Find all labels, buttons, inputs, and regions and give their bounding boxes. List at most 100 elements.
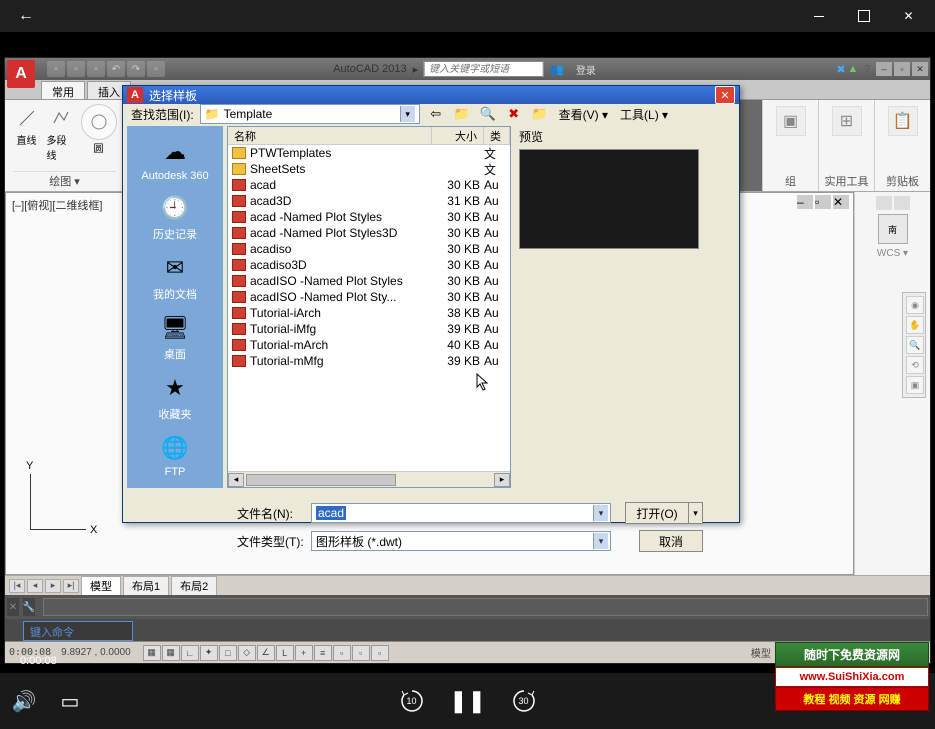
wcs-dropdown[interactable]: WCS ▾ (877, 248, 908, 259)
dialog-close-button[interactable]: ✕ (715, 86, 735, 104)
file-row[interactable]: PTWTemplates文 (228, 145, 510, 161)
qp-toggle[interactable]: ▫ (352, 645, 370, 661)
cancel-button[interactable]: 取消 (639, 530, 703, 552)
file-row[interactable]: acadISO -Named Plot Styles30 KBAu (228, 273, 510, 289)
minimize-button[interactable] (796, 0, 841, 32)
nav-pan-icon[interactable]: ✋ (906, 316, 924, 334)
volume-icon[interactable]: 🔊 (10, 689, 38, 714)
doc-max-icon[interactable]: ▫ (815, 195, 831, 209)
exchange-icon[interactable]: ✖ (836, 63, 845, 76)
scrollbar-thumb[interactable] (246, 474, 396, 486)
polar-toggle[interactable]: ✦ (200, 645, 218, 661)
close-button[interactable] (886, 0, 931, 32)
lookin-combo[interactable]: 📁Template ▾ (200, 104, 420, 124)
tab-next-icon[interactable]: ▸ (45, 579, 61, 593)
places-item-0[interactable]: ☁Autodesk 360 (133, 132, 217, 186)
model-space-button[interactable]: 模型 (751, 645, 771, 660)
new-folder-icon[interactable]: 📁 (530, 104, 550, 124)
viewport-label[interactable]: [–][俯视][二维线框] (12, 197, 102, 213)
cube-settings-icon[interactable] (894, 196, 910, 210)
filename-dropdown-icon[interactable]: ▾ (593, 505, 608, 521)
back-nav-icon[interactable]: ⇦ (426, 104, 446, 124)
undo-icon[interactable]: ↶ (107, 61, 125, 77)
grid-toggle[interactable]: ▦ (162, 645, 180, 661)
places-item-4[interactable]: ★收藏夹 (133, 368, 217, 426)
utilities-panel[interactable]: ⊞ 实用工具 (818, 100, 874, 191)
help-icon[interactable]: ? (864, 64, 870, 75)
back-button[interactable]: ← (4, 1, 48, 31)
pause-button[interactable]: ❚❚ (454, 688, 482, 714)
search-web-icon[interactable]: 🔍 (478, 104, 498, 124)
file-row[interactable]: Tutorial-iMfg39 KBAu (228, 321, 510, 337)
dialog-titlebar[interactable]: A 选择样板 ✕ (123, 86, 739, 104)
cmd-wrench-icon[interactable]: 🔧 (23, 598, 35, 616)
app-logo-icon[interactable]: A (7, 60, 35, 88)
nav-wheel-icon[interactable]: ◉ (906, 296, 924, 314)
ortho-toggle[interactable]: ∟ (181, 645, 199, 661)
new-icon[interactable]: ▫ (47, 61, 65, 77)
rewind-button[interactable]: 10 (398, 688, 426, 714)
places-item-3[interactable]: 🖥桌面 (133, 308, 217, 366)
tab-home[interactable]: 常用 (41, 81, 85, 99)
otrack-toggle[interactable]: ∠ (257, 645, 275, 661)
command-history[interactable] (43, 598, 928, 616)
lwt-toggle[interactable]: ≡ (314, 645, 332, 661)
file-row[interactable]: acad3D31 KBAu (228, 193, 510, 209)
search-icon[interactable]: 👥 (550, 63, 564, 76)
places-item-2[interactable]: ✉我的文档 (133, 248, 217, 306)
file-row[interactable]: acad -Named Plot Styles30 KBAu (228, 209, 510, 225)
places-item-1[interactable]: 🕘历史记录 (133, 188, 217, 246)
view-menu[interactable]: 查看(V) ▾ (556, 106, 611, 123)
print-icon[interactable]: ▫ (147, 61, 165, 77)
sc-toggle[interactable]: ▫ (371, 645, 389, 661)
redo-icon[interactable]: ↷ (127, 61, 145, 77)
cmd-handle-icon[interactable]: ✕ (7, 598, 19, 616)
3dosnap-toggle[interactable]: ◇ (238, 645, 256, 661)
filetype-dropdown-icon[interactable]: ▾ (593, 533, 608, 549)
tab-first-icon[interactable]: |◂ (9, 579, 25, 593)
file-row[interactable]: acadISO -Named Plot Sty...30 KBAu (228, 289, 510, 305)
line-button[interactable]: 直线 (13, 104, 41, 162)
horizontal-scrollbar[interactable]: ◂ ▸ (228, 471, 510, 487)
open-icon[interactable]: ▫ (67, 61, 85, 77)
viewcube[interactable]: 南 (878, 214, 908, 244)
filetype-combo[interactable]: 图形样板 (*.dwt) ▾ (311, 531, 611, 551)
up-folder-icon[interactable]: 📁 (452, 104, 472, 124)
tab-prev-icon[interactable]: ◂ (27, 579, 43, 593)
acad-minimize-button[interactable]: – (876, 62, 892, 76)
draw-panel-title[interactable]: 绘图 ▾ (13, 171, 116, 189)
group-panel[interactable]: ▣ 组 (762, 100, 818, 191)
col-size[interactable]: 大小 (432, 127, 484, 144)
places-item-5[interactable]: 🌐FTP (133, 428, 217, 482)
doc-min-icon[interactable]: – (797, 195, 813, 209)
delete-icon[interactable]: ✖ (504, 104, 524, 124)
login-label[interactable]: 登录 (576, 62, 596, 77)
file-row[interactable]: Tutorial-mArch40 KBAu (228, 337, 510, 353)
tab-layout2[interactable]: 布局2 (171, 576, 217, 595)
file-row[interactable]: Tutorial-iArch38 KBAu (228, 305, 510, 321)
forward-button[interactable]: 30 (510, 688, 538, 714)
filename-input[interactable]: acad ▾ (311, 503, 611, 523)
nav-orbit-icon[interactable]: ⟲ (906, 356, 924, 374)
cube-home-icon[interactable] (876, 196, 892, 210)
file-row[interactable]: acadiso30 KBAu (228, 241, 510, 257)
file-row[interactable]: acad -Named Plot Styles3D30 KBAu (228, 225, 510, 241)
doc-close-icon[interactable]: ✕ (833, 195, 849, 209)
polyline-button[interactable]: 多段线 (47, 104, 75, 162)
tab-model[interactable]: 模型 (81, 576, 121, 595)
osnap-toggle[interactable]: □ (219, 645, 237, 661)
open-button[interactable]: 打开(O) (625, 502, 689, 524)
acad-restore-button[interactable]: ▫ (894, 62, 910, 76)
tpy-toggle[interactable]: ▫ (333, 645, 351, 661)
snap-toggle[interactable]: ▦ (143, 645, 161, 661)
file-header[interactable]: 名称 大小 类 (228, 127, 510, 145)
col-name[interactable]: 名称 (228, 127, 432, 144)
tab-layout1[interactable]: 布局1 (123, 576, 169, 595)
circle-button[interactable]: 圆 (81, 104, 117, 162)
file-row[interactable]: Tutorial-mMfg39 KBAu (228, 353, 510, 369)
search-input[interactable] (424, 61, 544, 77)
maximize-button[interactable] (841, 0, 886, 32)
tools-menu[interactable]: 工具(L) ▾ (617, 106, 671, 123)
nav-show-icon[interactable]: ▣ (906, 376, 924, 394)
open-split-icon[interactable]: ▾ (689, 502, 703, 524)
